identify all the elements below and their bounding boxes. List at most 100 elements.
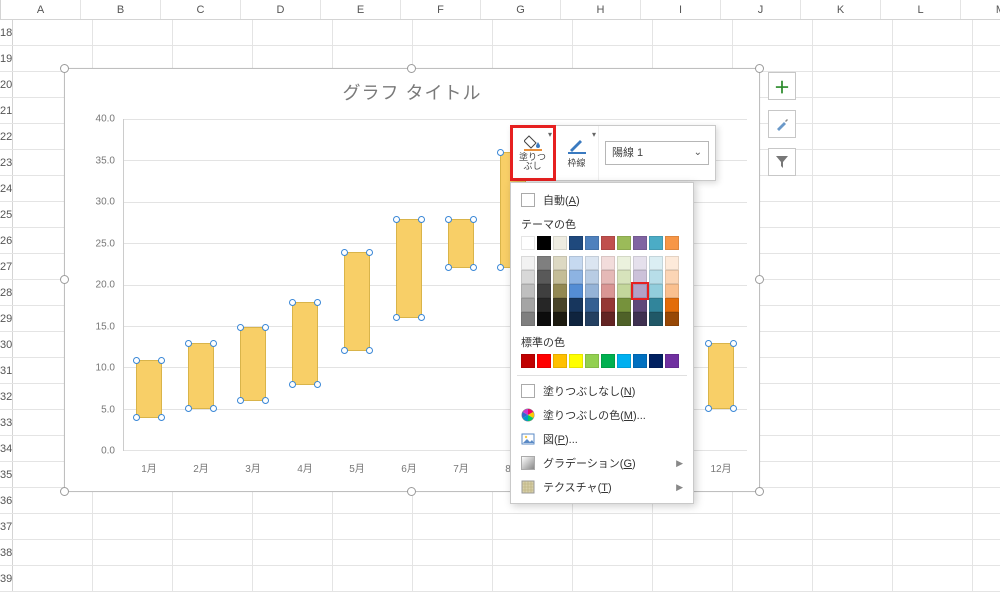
row-header[interactable]: 21 xyxy=(0,98,13,123)
cell[interactable] xyxy=(893,46,973,71)
color-swatch[interactable] xyxy=(537,270,551,284)
color-swatch[interactable] xyxy=(537,236,551,250)
cell[interactable] xyxy=(893,566,973,591)
color-swatch[interactable] xyxy=(553,312,567,326)
row-header[interactable]: 30 xyxy=(0,332,13,357)
data-point-handle[interactable] xyxy=(418,216,425,223)
color-swatch[interactable] xyxy=(649,298,663,312)
data-point-handle[interactable] xyxy=(470,216,477,223)
cell[interactable] xyxy=(893,280,973,305)
cell[interactable] xyxy=(813,228,893,253)
cell[interactable] xyxy=(893,410,973,435)
column-header[interactable]: L xyxy=(881,0,961,19)
cell[interactable] xyxy=(973,228,1000,253)
color-swatch[interactable] xyxy=(585,354,599,368)
resize-handle[interactable] xyxy=(755,487,764,496)
cell[interactable] xyxy=(253,514,333,539)
color-swatch[interactable] xyxy=(617,236,631,250)
data-point-handle[interactable] xyxy=(366,347,373,354)
data-point-handle[interactable] xyxy=(314,381,321,388)
cell[interactable] xyxy=(973,72,1000,97)
cell[interactable] xyxy=(813,566,893,591)
cell[interactable] xyxy=(733,514,813,539)
cell[interactable] xyxy=(973,306,1000,331)
fill-color-button[interactable]: ▾ 塗りつ ぶし xyxy=(511,126,555,180)
cell[interactable] xyxy=(653,20,733,45)
cell[interactable] xyxy=(893,254,973,279)
chart-styles-button[interactable] xyxy=(768,110,796,138)
cell[interactable] xyxy=(813,98,893,123)
color-swatch[interactable] xyxy=(649,354,663,368)
column-header[interactable]: D xyxy=(241,0,321,19)
cell[interactable] xyxy=(973,176,1000,201)
row-header[interactable]: 18 xyxy=(0,20,13,45)
cell[interactable] xyxy=(253,540,333,565)
chart-elements-button[interactable]: ＋ xyxy=(768,72,796,100)
color-swatch[interactable] xyxy=(537,354,551,368)
fill-picture[interactable]: 図(P)... xyxy=(511,427,693,451)
cell[interactable] xyxy=(893,488,973,513)
cell[interactable] xyxy=(813,20,893,45)
row-header[interactable]: 36 xyxy=(0,488,13,513)
cell[interactable] xyxy=(973,254,1000,279)
data-point-handle[interactable] xyxy=(418,314,425,321)
cell[interactable] xyxy=(813,72,893,97)
column-header[interactable]: E xyxy=(321,0,401,19)
cell[interactable] xyxy=(573,514,653,539)
data-point-handle[interactable] xyxy=(158,414,165,421)
data-bar[interactable] xyxy=(708,343,734,409)
cell[interactable] xyxy=(333,514,413,539)
color-swatch[interactable] xyxy=(633,312,647,326)
column-header[interactable]: H xyxy=(561,0,641,19)
cell[interactable] xyxy=(13,514,93,539)
fill-gradient[interactable]: グラデーション(G) ▶ xyxy=(511,451,693,475)
cell[interactable] xyxy=(973,150,1000,175)
color-swatch[interactable] xyxy=(521,354,535,368)
data-point-handle[interactable] xyxy=(133,414,140,421)
cell[interactable] xyxy=(973,540,1000,565)
cell[interactable] xyxy=(413,514,493,539)
color-swatch[interactable] xyxy=(665,270,679,284)
cell[interactable] xyxy=(813,410,893,435)
more-fill-colors[interactable]: 塗りつぶしの色(M)... xyxy=(511,403,693,427)
color-swatch[interactable] xyxy=(649,284,663,298)
color-swatch[interactable] xyxy=(633,284,647,298)
data-point-handle[interactable] xyxy=(210,405,217,412)
color-swatch[interactable] xyxy=(649,312,663,326)
color-swatch[interactable] xyxy=(633,298,647,312)
cell[interactable] xyxy=(173,540,253,565)
data-point-handle[interactable] xyxy=(445,216,452,223)
data-bar[interactable] xyxy=(136,360,162,418)
cell[interactable] xyxy=(253,20,333,45)
color-swatch[interactable] xyxy=(585,236,599,250)
data-point-handle[interactable] xyxy=(341,347,348,354)
data-point-handle[interactable] xyxy=(705,340,712,347)
cell[interactable] xyxy=(893,228,973,253)
data-point-handle[interactable] xyxy=(730,405,737,412)
cell[interactable] xyxy=(813,124,893,149)
cell[interactable] xyxy=(413,20,493,45)
color-swatch[interactable] xyxy=(537,256,551,270)
cell[interactable] xyxy=(893,124,973,149)
column-header[interactable]: K xyxy=(801,0,881,19)
cell[interactable] xyxy=(973,332,1000,357)
color-swatch[interactable] xyxy=(521,270,535,284)
column-header[interactable]: F xyxy=(401,0,481,19)
color-swatch[interactable] xyxy=(521,312,535,326)
cell[interactable] xyxy=(813,150,893,175)
row-header[interactable]: 27 xyxy=(0,254,13,279)
color-swatch[interactable] xyxy=(665,256,679,270)
data-point-handle[interactable] xyxy=(470,264,477,271)
cell[interactable] xyxy=(813,254,893,279)
color-swatch[interactable] xyxy=(617,270,631,284)
color-swatch[interactable] xyxy=(553,256,567,270)
data-point-handle[interactable] xyxy=(314,299,321,306)
color-swatch[interactable] xyxy=(633,256,647,270)
data-point-handle[interactable] xyxy=(445,264,452,271)
color-swatch[interactable] xyxy=(585,298,599,312)
color-swatch[interactable] xyxy=(569,354,583,368)
color-swatch[interactable] xyxy=(569,312,583,326)
cell[interactable] xyxy=(733,540,813,565)
color-swatch[interactable] xyxy=(537,284,551,298)
chart-title[interactable]: グラフ タイトル xyxy=(65,69,759,111)
